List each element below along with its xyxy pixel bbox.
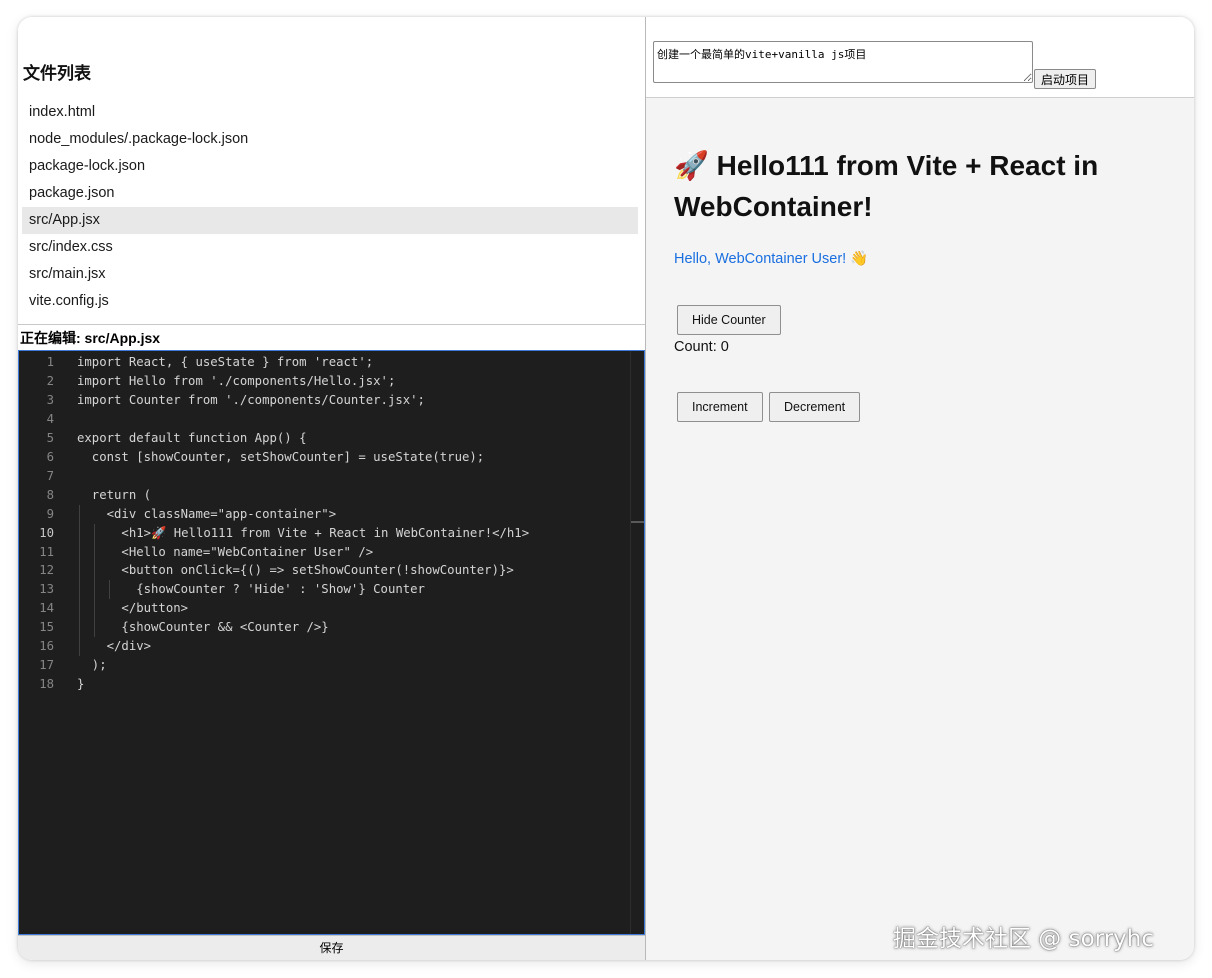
line-number: 15 bbox=[39, 620, 54, 635]
code-text: <button onClick={() => setShowCounter(!s… bbox=[77, 563, 514, 578]
line-number: 1 bbox=[46, 355, 54, 369]
code-text: import React, { useState } from 'react'; bbox=[77, 355, 374, 369]
preview-heading: 🚀 Hello111 from Vite + React in WebConta… bbox=[674, 150, 1099, 222]
code-line: 6 const [showCounter, setShowCounter] = … bbox=[19, 448, 631, 467]
line-number: 5 bbox=[46, 430, 54, 445]
editor-cursor-marker bbox=[631, 521, 644, 523]
editing-file-label: 正在编辑: src/App.jsx bbox=[18, 324, 645, 350]
save-button[interactable]: 保存 bbox=[18, 935, 645, 960]
line-number: 10 bbox=[39, 525, 54, 540]
code-line: 8 return ( bbox=[19, 486, 631, 505]
code-line: 5 export default function App() { bbox=[19, 429, 631, 448]
file-item[interactable]: src/main.jsx bbox=[22, 261, 638, 288]
code-line: 7 bbox=[19, 467, 631, 486]
code-text: ); bbox=[77, 658, 107, 673]
file-item[interactable]: src/App.jsx bbox=[22, 207, 638, 234]
code-text: import Counter from './components/Counte… bbox=[77, 392, 425, 407]
code-line: 1 import React, { useState } from 'react'… bbox=[19, 353, 631, 372]
code-text: <Hello name="WebContainer User" /> bbox=[77, 544, 374, 559]
code-line: 10 <h1>🚀 Hello111 from Vite + React in W… bbox=[19, 523, 631, 543]
decrement-button[interactable]: Decrement bbox=[769, 392, 861, 422]
code-text: return ( bbox=[77, 487, 152, 502]
line-number: 14 bbox=[39, 601, 54, 616]
code-line: 13 {showCounter ? 'Hide' : 'Show'} Count… bbox=[19, 580, 631, 600]
line-number: 13 bbox=[39, 582, 54, 597]
line-number: 4 bbox=[46, 411, 54, 426]
code-text: {showCounter && <Counter />} bbox=[77, 620, 329, 635]
code-line: 17 ); bbox=[19, 656, 631, 675]
line-number: 3 bbox=[46, 392, 54, 407]
line-number: 6 bbox=[46, 449, 54, 464]
count-display: Count: 0 bbox=[674, 339, 729, 355]
code-line: 9 <div className="app-container"> bbox=[19, 504, 631, 524]
increment-button[interactable]: Increment bbox=[677, 392, 763, 422]
file-list: index.html node_modules/.package-lock.jso… bbox=[22, 99, 638, 315]
line-number: 11 bbox=[39, 544, 54, 559]
left-pane: 文件列表 index.html node_modules/.package-loc… bbox=[18, 17, 646, 960]
code-text: export default function App() { bbox=[77, 430, 307, 445]
launch-project-button[interactable]: 启动项目 bbox=[1034, 69, 1097, 89]
code-text: const [showCounter, setShowCounter] = us… bbox=[77, 449, 485, 464]
file-list-section: 文件列表 index.html node_modules/.package-loc… bbox=[18, 17, 645, 324]
line-number: 17 bbox=[39, 658, 54, 673]
prompt-bar: 启动项目 bbox=[646, 17, 1194, 98]
line-number: 2 bbox=[46, 373, 54, 388]
code-line: 3 import Counter from './components/Count… bbox=[19, 391, 631, 410]
code-text: </div> bbox=[77, 639, 152, 654]
prompt-input[interactable] bbox=[653, 41, 1033, 83]
code-line: 16 </div> bbox=[19, 637, 631, 657]
file-item[interactable]: package-lock.json bbox=[22, 153, 638, 180]
code-line: 12 <button onClick={() => setShowCounter… bbox=[19, 561, 631, 581]
app-window: 文件列表 index.html node_modules/.package-loc… bbox=[18, 17, 1194, 960]
editor-scrollbar[interactable] bbox=[630, 351, 644, 934]
code-line: 15 {showCounter && <Counter />} bbox=[19, 618, 631, 638]
line-number: 8 bbox=[46, 487, 54, 502]
line-number: 7 bbox=[46, 468, 54, 483]
file-item[interactable]: index.html bbox=[22, 99, 638, 126]
code-line: 18} bbox=[19, 675, 631, 694]
line-number: 16 bbox=[39, 639, 54, 654]
code-text: </button> bbox=[77, 601, 189, 616]
code-editor[interactable]: 1 import React, { useState } from 'react'… bbox=[18, 350, 645, 935]
watermark: 掘金技术社区 @ sorryhc bbox=[893, 926, 1155, 952]
file-item[interactable]: vite.config.js bbox=[22, 288, 638, 315]
code-line: 2 import Hello from './components/Hello.j… bbox=[19, 372, 631, 391]
code-line: 11 <Hello name="WebContainer User" /> bbox=[19, 542, 631, 562]
file-item[interactable]: src/index.css bbox=[22, 234, 638, 261]
code-line: 4 bbox=[19, 410, 631, 429]
code-text: {showCounter ? 'Hide' : 'Show'} Counter bbox=[77, 582, 425, 597]
file-item[interactable]: package.json bbox=[22, 180, 638, 207]
file-list-title: 文件列表 bbox=[23, 64, 91, 83]
line-number: 12 bbox=[39, 563, 54, 578]
line-number: 9 bbox=[46, 506, 54, 521]
code-text: } bbox=[77, 677, 85, 692]
toggle-counter-button[interactable]: Hide Counter bbox=[677, 305, 781, 335]
right-pane: 启动项目 🚀 Hello111 from Vite + React in Web… bbox=[646, 17, 1194, 960]
code-line: 14 </button> bbox=[19, 599, 631, 619]
file-item[interactable]: node_modules/.package-lock.json bbox=[22, 126, 638, 153]
line-number: 18 bbox=[39, 677, 54, 692]
code-text: <h1>🚀 Hello111 from Vite + React in WebC… bbox=[77, 525, 530, 540]
code-text: <div className="app-container"> bbox=[77, 506, 337, 521]
code-text: import Hello from './components/Hello.js… bbox=[77, 373, 396, 388]
hello-text: Hello, WebContainer User! 👋 bbox=[674, 251, 869, 267]
